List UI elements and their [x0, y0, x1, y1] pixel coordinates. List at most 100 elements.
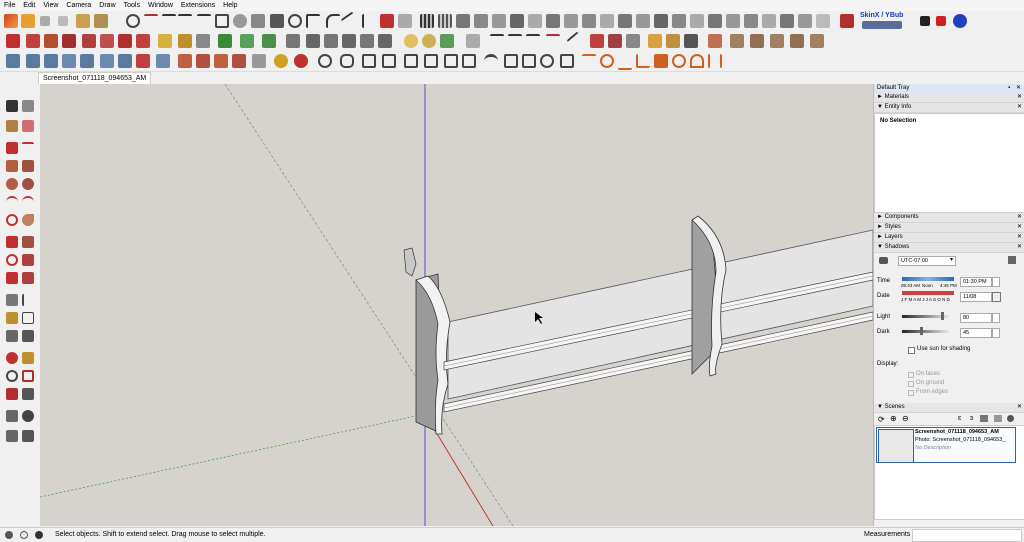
geo-location-icon[interactable] [5, 531, 13, 539]
menu-window[interactable]: Window [144, 0, 177, 11]
on-ground-checkbox[interactable] [908, 381, 914, 387]
close-icon[interactable]: ✕ [1017, 103, 1022, 112]
fold-icon[interactable] [178, 54, 192, 68]
offset-tool-icon[interactable] [22, 272, 34, 284]
curve-icon[interactable] [144, 14, 158, 30]
shape-icon[interactable] [270, 14, 284, 28]
set-square-icon[interactable] [636, 54, 650, 68]
view-top-icon[interactable] [378, 34, 392, 48]
position-camera-icon[interactable] [6, 410, 18, 422]
crease-icon[interactable] [708, 14, 722, 28]
section-plane-icon[interactable] [22, 430, 34, 442]
refresh-icon[interactable]: ⟳ [878, 415, 885, 424]
chevron-down-icon[interactable]: ▾ [950, 256, 953, 263]
shell-icon[interactable] [62, 54, 76, 68]
cube-grid-icon[interactable] [666, 34, 680, 48]
zoom-window-icon[interactable] [22, 370, 34, 382]
box-icon[interactable] [840, 14, 854, 28]
panel-shadows[interactable]: ▼ Shadows ✕ [874, 243, 1024, 253]
scene-down-icon[interactable]: ɜ [970, 415, 973, 422]
credits-icon[interactable] [20, 531, 28, 539]
date-field[interactable]: 11/08 [960, 292, 992, 302]
compass-icon[interactable] [654, 54, 668, 68]
mirror-icon[interactable] [252, 54, 266, 68]
subtract-icon[interactable] [100, 54, 114, 68]
help-icon[interactable] [953, 14, 967, 28]
scale-green-icon[interactable] [44, 34, 58, 48]
skin-icon[interactable] [564, 14, 578, 28]
smooth-icon[interactable] [690, 14, 704, 28]
menu-edit[interactable]: Edit [19, 0, 39, 11]
rotate-tool-icon[interactable] [6, 254, 18, 266]
drop-icon[interactable] [600, 54, 614, 68]
panel-styles[interactable]: ► Styles ✕ [874, 223, 1024, 233]
circle-tool-icon[interactable] [6, 178, 18, 190]
peak-icon[interactable] [508, 34, 522, 50]
cube-solid-icon[interactable] [684, 34, 698, 48]
ruler-icon[interactable] [178, 34, 192, 48]
close-icon[interactable]: ✕ [1017, 93, 1022, 102]
face-icon[interactable] [780, 14, 794, 28]
erase-wire-icon[interactable] [560, 54, 574, 68]
close-icon[interactable]: ✕ [1017, 403, 1022, 412]
close-icon[interactable]: ✕ [1017, 223, 1022, 232]
north-icon[interactable] [94, 14, 108, 28]
cylinder-icon[interactable] [251, 14, 265, 28]
sun-icon[interactable] [274, 54, 288, 68]
look-around-icon[interactable] [22, 410, 34, 422]
walk-tool-icon[interactable] [6, 430, 18, 442]
time-slider[interactable] [902, 277, 954, 281]
door-icon[interactable] [444, 54, 458, 68]
extend-icon[interactable] [398, 14, 412, 28]
play-button-icon[interactable] [920, 16, 930, 26]
stop-icon[interactable] [40, 16, 50, 26]
up-arrow-icon[interactable] [490, 34, 504, 50]
arc-tool-left-icon[interactable] [6, 196, 18, 210]
trim-solid-icon[interactable] [136, 54, 150, 68]
document-tab[interactable]: Screenshot_071118_094653_AM [38, 72, 152, 84]
wedge-icon[interactable] [810, 34, 824, 48]
cube-icon[interactable] [648, 34, 662, 48]
ridge-icon[interactable] [526, 34, 540, 50]
stretch-icon[interactable] [82, 34, 96, 48]
arc-tool-icon[interactable] [126, 14, 140, 28]
view-back-icon[interactable] [324, 34, 338, 48]
wave-icon[interactable] [546, 34, 560, 50]
menu-camera[interactable]: Camera [62, 0, 95, 11]
light-slider-thumb[interactable] [941, 312, 944, 320]
axes-tool-icon[interactable] [6, 330, 18, 342]
render-icon[interactable] [816, 14, 830, 28]
edge-icon[interactable] [762, 14, 776, 28]
target-icon[interactable] [294, 54, 308, 68]
scale-tool-icon[interactable] [6, 34, 20, 48]
scene-item[interactable]: Screenshot_071118_094653_AM Photo: Scree… [876, 427, 1016, 463]
dimension-icon[interactable] [708, 54, 722, 68]
flag-icon[interactable] [474, 14, 488, 28]
plugin-icon[interactable] [862, 21, 902, 29]
fillet-icon[interactable] [326, 14, 340, 28]
record-icon[interactable] [936, 16, 946, 26]
window-icon[interactable] [424, 54, 438, 68]
modeling-viewport[interactable] [40, 84, 873, 526]
sphere-icon[interactable] [233, 14, 247, 28]
block-icon[interactable] [730, 34, 744, 48]
shadow-settings-icon[interactable] [1008, 256, 1016, 264]
protractor-icon[interactable] [690, 54, 704, 68]
loft-icon[interactable] [528, 14, 542, 28]
grid-icon[interactable] [420, 14, 434, 28]
dark-slider[interactable] [902, 330, 950, 333]
walk-icon[interactable] [76, 14, 90, 28]
text-tool-icon[interactable] [22, 312, 34, 324]
offset-curve-icon[interactable] [306, 14, 320, 28]
lock-icon[interactable] [440, 34, 454, 48]
pencil-line-icon[interactable] [6, 142, 18, 154]
panel-entity-info[interactable]: ▼ Entity Info ✕ [874, 103, 1024, 113]
polygon-tool-icon[interactable] [22, 178, 34, 190]
twist-icon[interactable] [100, 34, 114, 48]
check-icon[interactable] [318, 54, 332, 68]
previous-view-icon[interactable] [22, 388, 34, 400]
dark-value[interactable]: 45 [960, 328, 992, 338]
view-right-icon[interactable] [360, 34, 374, 48]
join-icon[interactable] [600, 14, 614, 28]
flip-icon[interactable] [214, 54, 228, 68]
